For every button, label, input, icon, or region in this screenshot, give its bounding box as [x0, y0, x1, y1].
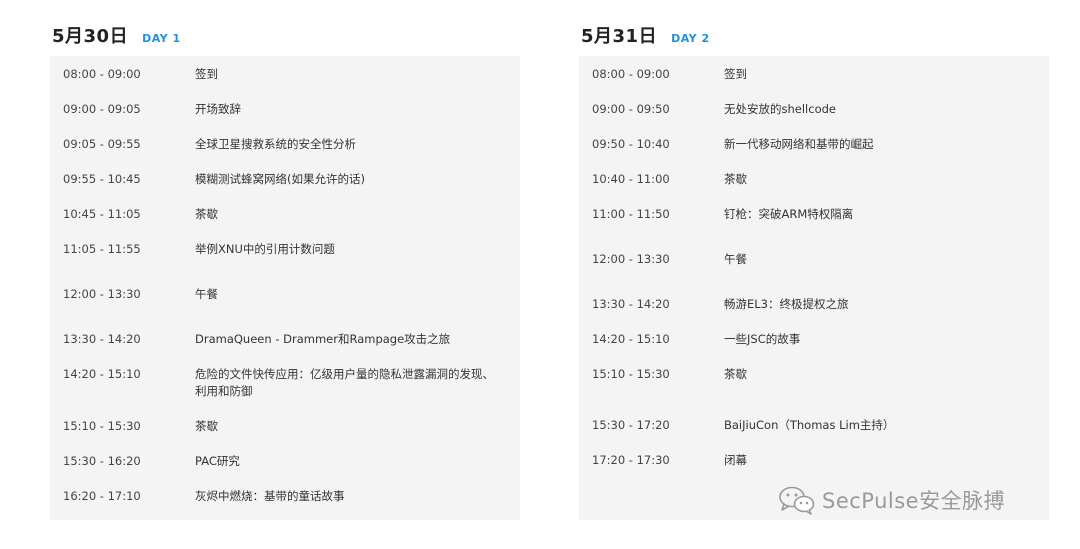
schedule-row: 08:00 - 09:00 签到	[50, 66, 520, 101]
row-title: 午餐	[195, 287, 218, 301]
row-title: 举例XNU中的引用计数问题	[195, 242, 335, 256]
row-title: 茶歇	[724, 172, 747, 186]
row-time: 10:45 - 11:05	[63, 207, 141, 221]
row-time: 09:05 - 09:55	[63, 137, 141, 151]
schedule-row: 16:20 - 17:10 灰烬中燃烧：基带的童话故事	[50, 488, 520, 523]
schedule-row: 10:45 - 11:05 茶歇	[50, 206, 520, 241]
row-title: 签到	[195, 67, 218, 81]
day2-date: 5月31日	[581, 26, 658, 47]
schedule-row: 09:05 - 09:55 全球卫星搜救系统的安全性分析	[50, 136, 520, 171]
row-time: 16:20 - 17:10	[63, 489, 141, 503]
schedule-row: 12:00 - 13:30 午餐	[579, 251, 1049, 296]
day1-date: 5月30日	[52, 26, 129, 47]
row-title: 钉枪：突破ARM特权隔离	[724, 207, 854, 221]
schedule-row: 09:55 - 10:45 模糊测试蜂窝网络(如果允许的话)	[50, 171, 520, 206]
schedule-row: 15:30 - 16:20 PAC研究	[50, 453, 520, 488]
schedule-row: 11:00 - 11:50 钉枪：突破ARM特权隔离	[579, 206, 1049, 251]
row-title: 全球卫星搜救系统的安全性分析	[195, 137, 356, 151]
day2-tag: DAY 2	[671, 32, 710, 45]
row-title: 一些JSC的故事	[724, 332, 801, 346]
schedule-row: 14:20 - 15:10 一些JSC的故事	[579, 331, 1049, 366]
day1-section: 5月30日 DAY 1 08:00 - 09:00 签到 09:00 - 09:0…	[50, 22, 520, 520]
schedule-row: 15:10 - 15:30 茶歇	[50, 418, 520, 453]
row-time: 14:20 - 15:10	[592, 332, 670, 346]
row-time: 12:00 - 13:30	[592, 252, 670, 266]
schedule-row: 13:30 - 14:20 DramaQueen - Drammer和Rampag…	[50, 331, 520, 366]
schedule-row: 15:30 - 17:20 BaiJiuCon（Thomas Lim主持）	[579, 417, 1049, 452]
schedule-row: 11:05 - 11:55 举例XNU中的引用计数问题	[50, 241, 520, 286]
day1-schedule: 08:00 - 09:00 签到 09:00 - 09:05 开场致辞 09:05 …	[50, 56, 520, 520]
row-title: 签到	[724, 67, 747, 81]
schedule-row: 15:10 - 15:30 茶歇	[579, 366, 1049, 417]
schedule-row: 09:50 - 10:40 新一代移动网络和基带的崛起	[579, 136, 1049, 171]
row-time: 15:30 - 17:20	[592, 418, 670, 432]
row-time: 12:00 - 13:30	[63, 287, 141, 301]
row-title: 畅游EL3：终极提权之旅	[724, 297, 849, 311]
schedule-row: 12:00 - 13:30 午餐	[50, 286, 520, 331]
row-time: 13:30 - 14:20	[592, 297, 670, 311]
row-time: 14:20 - 15:10	[63, 367, 141, 381]
row-title: 新一代移动网络和基带的崛起	[724, 137, 874, 151]
row-title: 灰烬中燃烧：基带的童话故事	[195, 489, 345, 503]
row-time: 15:10 - 15:30	[592, 367, 670, 381]
row-time: 08:00 - 09:00	[592, 67, 670, 81]
row-time: 11:00 - 11:50	[592, 207, 670, 221]
row-title: 茶歇	[724, 367, 747, 381]
row-title: 开场致辞	[195, 102, 241, 116]
watermark-text: SecPulse安全脉搏	[822, 489, 1006, 513]
row-time: 17:20 - 17:30	[592, 453, 670, 467]
row-time: 09:00 - 09:05	[63, 102, 141, 116]
row-title: 茶歇	[195, 419, 218, 433]
day1-tag: DAY 1	[142, 32, 181, 45]
row-time: 08:00 - 09:00	[63, 67, 141, 81]
schedule-row: 08:00 - 09:00 签到	[579, 66, 1049, 101]
day2-section: 5月31日 DAY 2 08:00 - 09:00 签到 09:00 - 09:5…	[579, 22, 1049, 520]
row-time: 15:10 - 15:30	[63, 419, 141, 433]
row-time: 09:00 - 09:50	[592, 102, 670, 116]
row-time: 10:40 - 11:00	[592, 172, 670, 186]
schedule-row: 09:00 - 09:50 无处安放的shellcode	[579, 101, 1049, 136]
row-title: 午餐	[724, 252, 747, 266]
schedule-row: 10:40 - 11:00 茶歇	[579, 171, 1049, 206]
day1-header: 5月30日 DAY 1	[50, 22, 520, 56]
row-time: 15:30 - 16:20	[63, 454, 141, 468]
row-time: 13:30 - 14:20	[63, 332, 141, 346]
watermark: SecPulse安全脉搏	[778, 485, 1005, 515]
row-title: DramaQueen - Drammer和Rampage攻击之旅	[195, 332, 451, 346]
row-time: 11:05 - 11:55	[63, 242, 141, 256]
wechat-icon	[779, 486, 815, 515]
row-time: 09:55 - 10:45	[63, 172, 141, 186]
schedule-row: 09:00 - 09:05 开场致辞	[50, 101, 520, 136]
schedule-row: 14:20 - 15:10 危险的文件快传应用：亿级用户量的隐私泄露漏洞的发现、利…	[50, 366, 520, 418]
schedule-row: 17:20 - 17:30 闭幕	[579, 452, 1049, 487]
row-time: 09:50 - 10:40	[592, 137, 670, 151]
row-title: 危险的文件快传应用：亿级用户量的隐私泄露漏洞的发现、利用和防御	[195, 367, 494, 398]
row-title: PAC研究	[195, 454, 240, 468]
row-title: 闭幕	[724, 453, 747, 467]
row-title: 无处安放的shellcode	[724, 102, 836, 116]
schedule-row: 13:30 - 14:20 畅游EL3：终极提权之旅	[579, 296, 1049, 331]
day2-header: 5月31日 DAY 2	[579, 22, 1049, 56]
row-title: 模糊测试蜂窝网络(如果允许的话)	[195, 172, 365, 186]
day2-schedule: 08:00 - 09:00 签到 09:00 - 09:50 无处安放的shellc…	[579, 56, 1049, 520]
row-title: BaiJiuCon（Thomas Lim主持）	[724, 418, 895, 432]
row-title: 茶歇	[195, 207, 218, 221]
